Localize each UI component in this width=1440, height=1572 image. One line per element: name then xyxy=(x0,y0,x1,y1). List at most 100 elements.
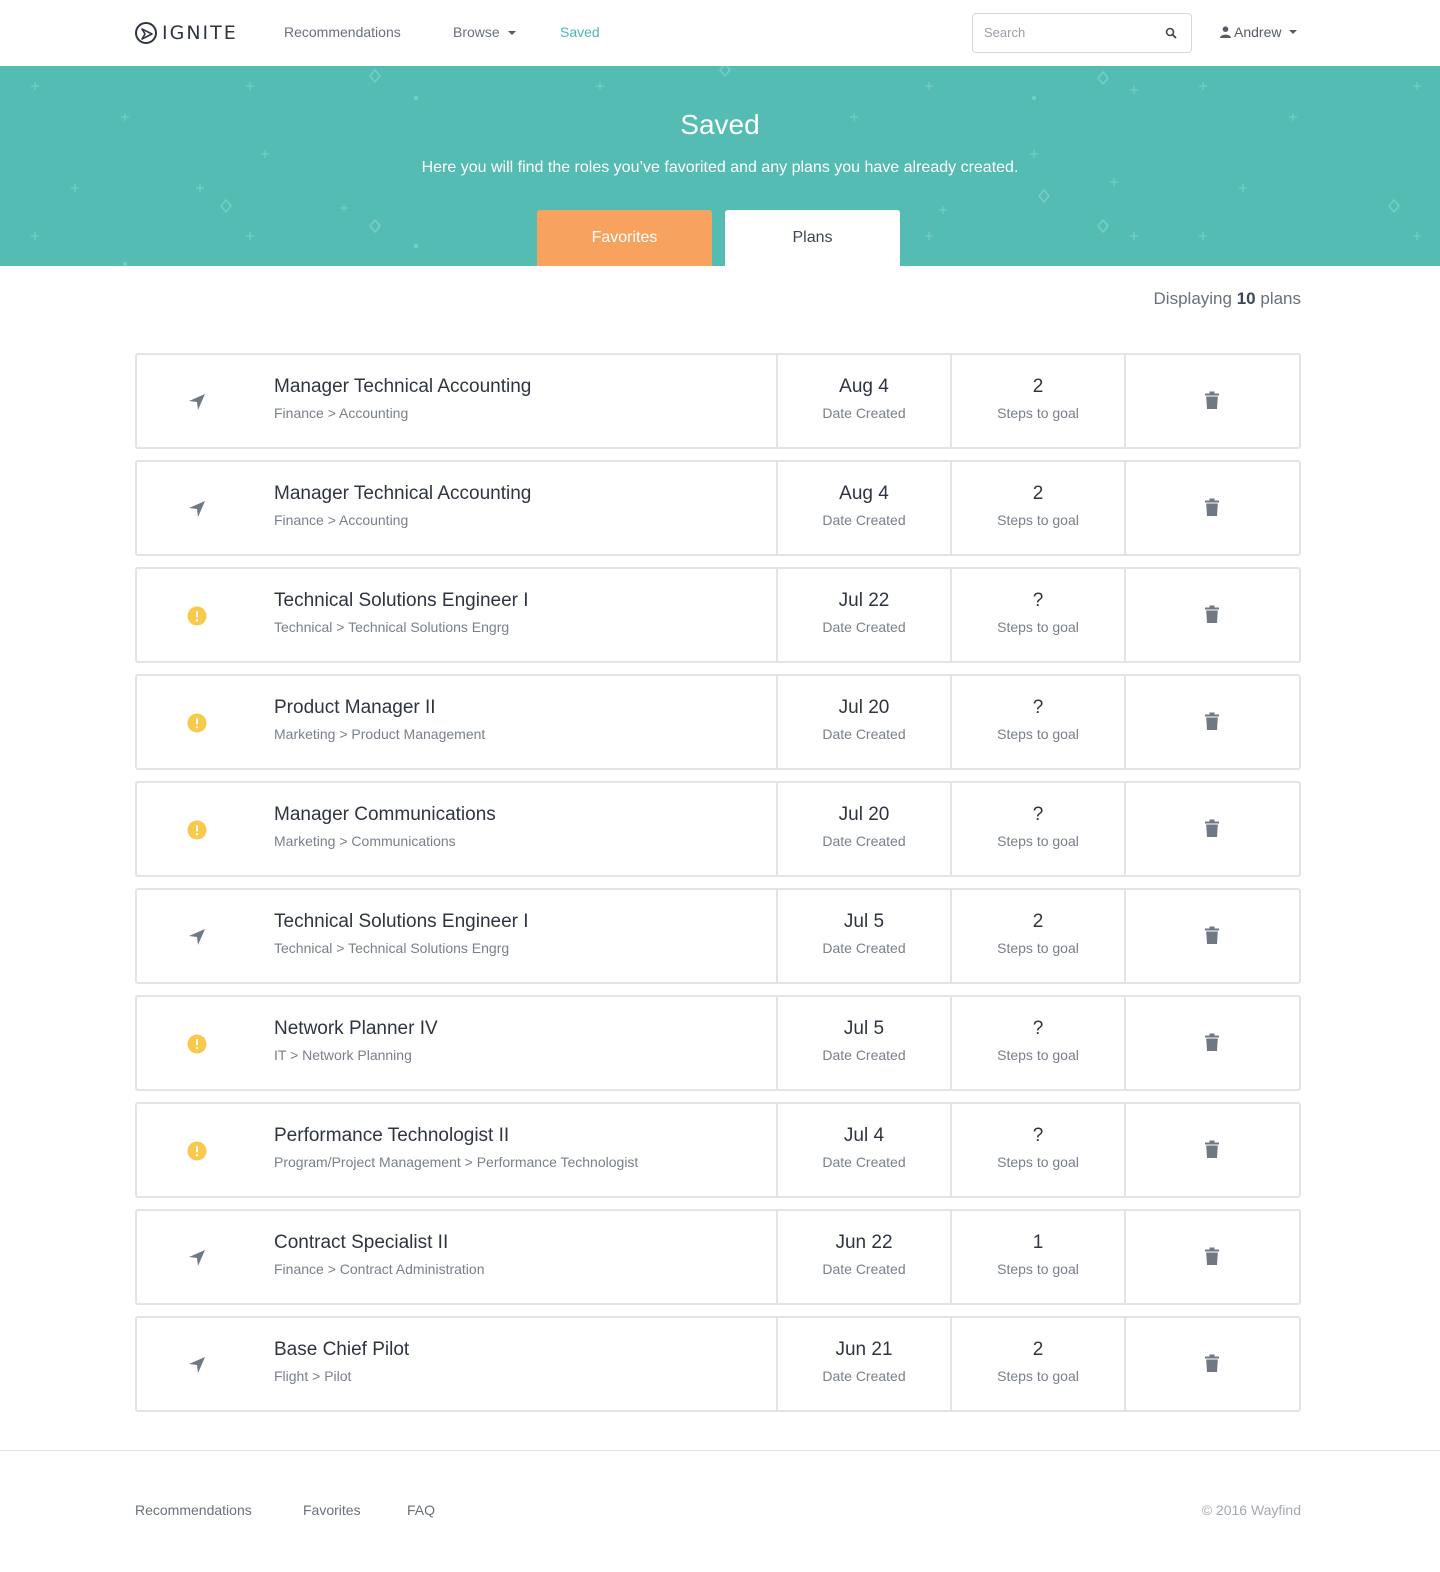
trash-icon[interactable] xyxy=(1205,1247,1219,1265)
warning-icon xyxy=(187,713,207,738)
plan-info-cell: Network Planner IV IT > Network Planning xyxy=(257,997,778,1089)
plan-row[interactable]: Technical Solutions Engineer I Technical… xyxy=(135,567,1301,663)
plan-title[interactable]: Manager Technical Accounting xyxy=(274,483,776,505)
plan-title[interactable]: Technical Solutions Engineer I xyxy=(274,911,776,933)
footer-link-recommendations[interactable]: Recommendations xyxy=(135,1502,252,1518)
plan-path: IT > Network Planning xyxy=(274,1047,412,1063)
tab-plans[interactable]: Plans xyxy=(725,210,900,266)
plan-date-cell: Aug 4 Date Created xyxy=(778,355,952,447)
nav-browse[interactable]: Browse xyxy=(453,24,516,40)
plan-steps: ? xyxy=(1032,590,1044,611)
plan-title[interactable]: Manager Technical Accounting xyxy=(274,376,776,398)
plan-row[interactable]: Base Chief Pilot Flight > Pilot Jun 21 D… xyxy=(135,1316,1301,1412)
plan-delete-cell xyxy=(1126,1318,1299,1410)
navigation-arrow-icon xyxy=(187,1355,207,1380)
plan-title[interactable]: Contract Specialist II xyxy=(274,1232,776,1254)
plan-steps: ? xyxy=(1032,1125,1044,1146)
plan-path: Flight > Pilot xyxy=(274,1368,352,1384)
trash-icon[interactable] xyxy=(1205,819,1219,837)
plan-row[interactable]: Manager Technical Accounting Finance > A… xyxy=(135,460,1301,556)
plan-date-cell: Jul 5 Date Created xyxy=(778,997,952,1089)
plan-title[interactable]: Technical Solutions Engineer I xyxy=(274,590,776,612)
plan-date-cell: Jul 20 Date Created xyxy=(778,783,952,875)
plan-title[interactable]: Product Manager II xyxy=(274,697,776,719)
user-menu[interactable]: Andrew xyxy=(1220,24,1298,40)
trash-icon[interactable] xyxy=(1205,1354,1219,1372)
trash-icon[interactable] xyxy=(1205,926,1219,944)
trash-icon[interactable] xyxy=(1205,605,1219,623)
navigation-arrow-icon xyxy=(187,392,207,417)
nav-recommendations[interactable]: Recommendations xyxy=(284,24,401,40)
plan-path: Finance > Accounting xyxy=(274,405,409,421)
plan-path: Marketing > Communications xyxy=(274,833,456,849)
plan-steps-cell: 2 Steps to goal xyxy=(952,890,1126,982)
plan-delete-cell xyxy=(1126,890,1299,982)
plan-delete-cell xyxy=(1126,462,1299,554)
trash-icon[interactable] xyxy=(1205,391,1219,409)
warning-icon xyxy=(187,606,207,631)
plan-row[interactable]: Performance Technologist II Program/Proj… xyxy=(135,1102,1301,1198)
footer-link-faq[interactable]: FAQ xyxy=(407,1502,435,1518)
plan-date-label: Date Created xyxy=(822,726,906,742)
plan-title[interactable]: Manager Communications xyxy=(274,804,776,826)
plan-date-cell: Jul 5 Date Created xyxy=(778,890,952,982)
plan-date-cell: Jun 22 Date Created xyxy=(778,1211,952,1303)
footer: Recommendations Favorites FAQ © 2016 Way… xyxy=(0,1450,1440,1572)
count-prefix: Displaying xyxy=(1153,289,1232,308)
plan-path: Marketing > Product Management xyxy=(274,726,486,742)
plan-status-cell xyxy=(137,890,257,982)
plan-date: Aug 4 xyxy=(839,376,889,397)
plan-steps-label: Steps to goal xyxy=(997,619,1079,635)
trash-icon[interactable] xyxy=(1205,498,1219,516)
chevron-down-icon xyxy=(507,31,516,36)
plan-steps: 2 xyxy=(1032,1339,1044,1360)
navigation-arrow-icon xyxy=(187,499,207,524)
search-icon[interactable] xyxy=(1165,27,1177,39)
plan-row[interactable]: Network Planner IV IT > Network Planning… xyxy=(135,995,1301,1091)
plan-info-cell: Manager Communications Marketing > Commu… xyxy=(257,783,778,875)
plan-row[interactable]: Manager Communications Marketing > Commu… xyxy=(135,781,1301,877)
navigation-arrow-icon xyxy=(187,927,207,952)
nav-browse-label: Browse xyxy=(453,24,500,40)
plan-title[interactable]: Network Planner IV xyxy=(274,1018,776,1040)
navigation-arrow-icon xyxy=(187,1248,207,1273)
search-input[interactable] xyxy=(984,25,1154,40)
plan-steps: ? xyxy=(1032,1018,1044,1039)
hero-banner: Saved Here you will find the roles you’v… xyxy=(0,66,1440,266)
user-icon xyxy=(1220,26,1231,38)
plan-title[interactable]: Performance Technologist II xyxy=(274,1125,776,1147)
plan-status-cell xyxy=(137,997,257,1089)
trash-icon[interactable] xyxy=(1205,1140,1219,1158)
plan-delete-cell xyxy=(1126,1104,1299,1196)
plan-path: Technical > Technical Solutions Engrg xyxy=(274,940,510,956)
nav-saved[interactable]: Saved xyxy=(560,24,600,40)
plan-steps-label: Steps to goal xyxy=(997,1154,1079,1170)
plan-row[interactable]: Contract Specialist II Finance > Contrac… xyxy=(135,1209,1301,1305)
plan-date: Jun 21 xyxy=(835,1339,893,1360)
plan-date-cell: Jul 4 Date Created xyxy=(778,1104,952,1196)
plan-path: Program/Project Management > Performance… xyxy=(274,1154,639,1170)
count-number: 10 xyxy=(1236,289,1256,308)
plan-delete-cell xyxy=(1126,569,1299,661)
plan-status-cell xyxy=(137,569,257,661)
plan-steps-label: Steps to goal xyxy=(997,1368,1079,1384)
plan-steps-cell: 2 Steps to goal xyxy=(952,1318,1126,1410)
plan-path: Finance > Contract Administration xyxy=(274,1261,485,1277)
plan-date-label: Date Created xyxy=(822,940,906,956)
footer-link-favorites[interactable]: Favorites xyxy=(303,1502,361,1518)
plan-date-label: Date Created xyxy=(822,1368,906,1384)
plan-date-label: Date Created xyxy=(822,512,906,528)
trash-icon[interactable] xyxy=(1205,712,1219,730)
plan-steps-cell: 1 Steps to goal xyxy=(952,1211,1126,1303)
plan-title[interactable]: Base Chief Pilot xyxy=(274,1339,776,1361)
tab-favorites[interactable]: Favorites xyxy=(537,210,712,266)
ignite-logo[interactable]: IGNITE xyxy=(135,21,238,45)
plan-delete-cell xyxy=(1126,783,1299,875)
plan-path: Finance > Accounting xyxy=(274,512,409,528)
plan-steps-label: Steps to goal xyxy=(997,1261,1079,1277)
trash-icon[interactable] xyxy=(1205,1033,1219,1051)
plan-row[interactable]: Technical Solutions Engineer I Technical… xyxy=(135,888,1301,984)
plan-row[interactable]: Product Manager II Marketing > Product M… xyxy=(135,674,1301,770)
plan-date: Jul 20 xyxy=(838,697,890,718)
plan-row[interactable]: Manager Technical Accounting Finance > A… xyxy=(135,353,1301,449)
